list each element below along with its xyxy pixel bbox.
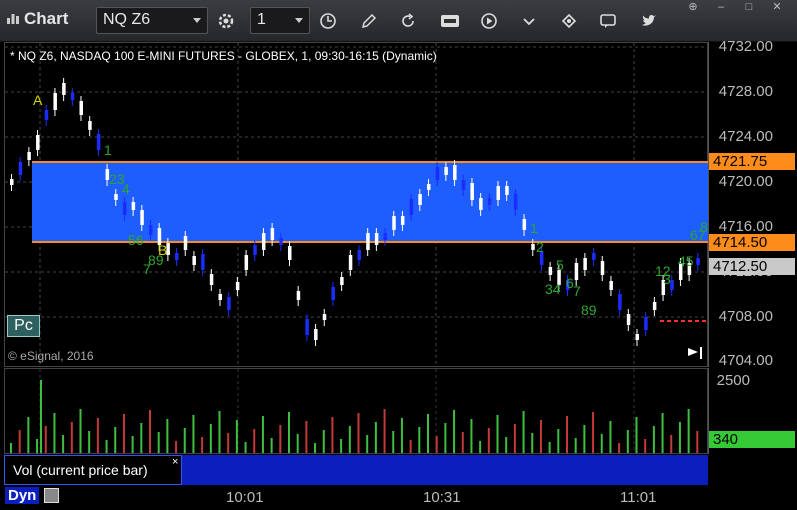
play-button[interactable] bbox=[475, 7, 503, 34]
price-tick: 4704.00 bbox=[718, 352, 773, 369]
price-pane[interactable] bbox=[4, 42, 708, 367]
app-title: Chart bbox=[6, 9, 68, 29]
symbol-input[interactable]: NQ Z6 bbox=[96, 7, 208, 34]
price-tick: 4732.00 bbox=[718, 38, 773, 55]
lock-icon[interactable] bbox=[44, 488, 59, 503]
gear-icon bbox=[218, 13, 234, 28]
app-title-text: Chart bbox=[24, 9, 69, 28]
volume-pane[interactable] bbox=[4, 368, 708, 454]
price-tick: 4728.00 bbox=[718, 83, 773, 100]
time-tick: 10:31 bbox=[423, 489, 461, 506]
price-tick: 4716.00 bbox=[718, 218, 773, 235]
chart-caption: * NQ Z6, NASDAQ 100 E-MINI FUTURES - GLO… bbox=[10, 49, 437, 63]
interval-value: 1 bbox=[257, 11, 266, 28]
price-tag-lower: 4714.50 bbox=[709, 234, 795, 251]
draw-button[interactable] bbox=[355, 7, 383, 34]
price-tick: 4724.00 bbox=[718, 128, 773, 145]
twitter-button[interactable] bbox=[635, 7, 663, 34]
chart-icon bbox=[6, 10, 20, 24]
maximize-button[interactable]: □ bbox=[740, 0, 758, 14]
refresh-icon bbox=[402, 12, 414, 27]
price-tag-upper: 4721.75 bbox=[709, 153, 795, 170]
comment-button[interactable] bbox=[594, 7, 622, 34]
settings-button[interactable] bbox=[212, 7, 240, 34]
volume-tick: 2500 bbox=[716, 372, 750, 389]
tools-button[interactable] bbox=[555, 7, 583, 34]
twitter-icon bbox=[642, 14, 656, 26]
time-axis[interactable] bbox=[0, 485, 797, 510]
get-button[interactable] bbox=[436, 7, 464, 34]
comment-icon bbox=[600, 13, 616, 28]
play-icon bbox=[481, 12, 497, 29]
pin-button[interactable]: ⊕ bbox=[684, 0, 702, 14]
close-icon[interactable]: × bbox=[172, 456, 178, 468]
pencil-icon bbox=[361, 13, 377, 28]
price-tag-last: 4712.50 bbox=[709, 258, 795, 275]
tools-icon bbox=[561, 13, 577, 28]
minimize-button[interactable]: – bbox=[712, 0, 730, 14]
more-button[interactable] bbox=[515, 7, 543, 34]
volume-legend-strip bbox=[182, 455, 708, 485]
chevron-down-icon bbox=[523, 17, 535, 25]
dynamic-mode-label[interactable]: Dyn bbox=[5, 487, 40, 504]
chevron-down-icon bbox=[193, 18, 201, 23]
time-tick: 10:01 bbox=[226, 489, 264, 506]
pc-button[interactable]: Pc bbox=[7, 315, 40, 337]
close-button[interactable]: ✕ bbox=[768, 0, 786, 14]
copyright-text: © eSignal, 2016 bbox=[8, 349, 94, 363]
chevron-down-icon bbox=[295, 18, 303, 23]
refresh-button[interactable] bbox=[394, 7, 422, 34]
price-tick: 4720.00 bbox=[718, 173, 773, 190]
volume-legend[interactable]: Vol (current price bar) bbox=[4, 455, 182, 485]
volume-legend-label: Vol (current price bar) bbox=[13, 462, 148, 478]
time-button[interactable] bbox=[314, 7, 342, 34]
symbol-value: NQ Z6 bbox=[103, 11, 151, 28]
volume-tag: 340 bbox=[709, 431, 795, 448]
time-tick: 11:01 bbox=[620, 489, 657, 506]
interval-input[interactable]: 1 bbox=[250, 7, 310, 34]
clock-icon bbox=[320, 12, 336, 29]
get-icon bbox=[441, 14, 459, 27]
price-tick: 4708.00 bbox=[718, 308, 773, 325]
